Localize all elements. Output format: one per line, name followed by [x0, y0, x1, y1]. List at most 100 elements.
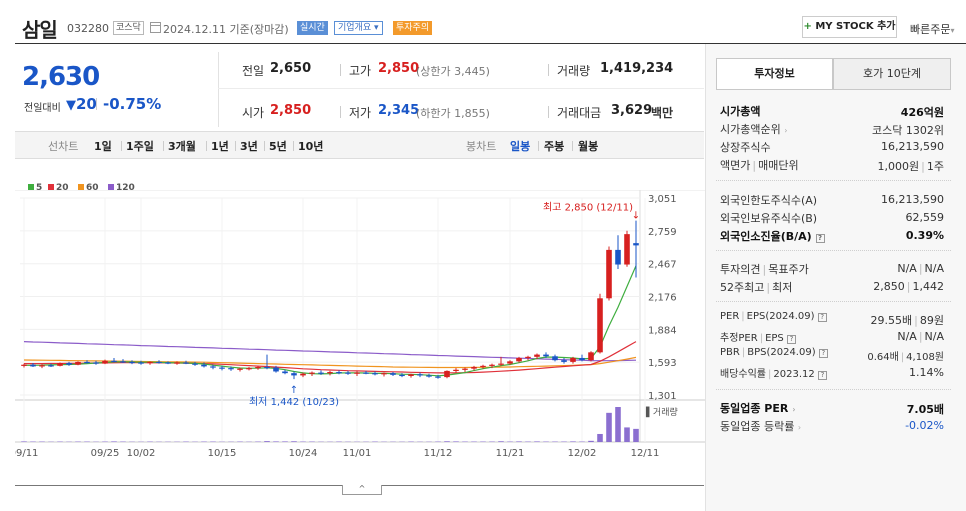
info-icon[interactable]: ?: [817, 371, 827, 380]
stock-chart[interactable]: 3,051 2,759 2,467 2,176 1,884 1,593 1,301 09/11…: [15, 190, 705, 470]
candle-body: [363, 372, 369, 374]
candle-chart-label: 봉차트: [466, 140, 497, 153]
candle-body: [120, 361, 126, 363]
divider: [206, 141, 207, 151]
y-tick-label: 1,301: [648, 391, 677, 402]
tab-daily[interactable]: 일봉: [510, 138, 530, 154]
per-label-text: PER: [720, 311, 740, 322]
candle-body: [309, 372, 315, 374]
cap-rank-link[interactable]: 시가총액순위 ›: [720, 121, 787, 137]
opinion-label-text: 투자의견: [720, 263, 761, 276]
tab-3year[interactable]: 3년: [240, 138, 258, 154]
company-overview-dropdown[interactable]: 기업개요 ▾: [334, 21, 383, 35]
stock-name: 삼일: [22, 18, 58, 42]
add-mystock-label: MY STOCK 추가: [815, 21, 896, 32]
divider: [716, 301, 951, 302]
add-mystock-button[interactable]: + MY STOCK 추가: [802, 16, 897, 38]
candle-body: [633, 243, 639, 246]
candle-body: [84, 361, 90, 364]
cap-rank-value: 코스닥 1302위: [872, 124, 944, 137]
candle-body: [570, 357, 576, 362]
candle-body: [282, 371, 288, 374]
info-icon[interactable]: ?: [815, 234, 825, 243]
divider: [121, 141, 122, 151]
low-value: 2,345: [378, 103, 420, 118]
eps-label: EPS(2024.09): [746, 311, 815, 322]
x-tick-label: 09/25: [91, 448, 120, 459]
volume-bar: [615, 407, 621, 442]
candle-body: [327, 372, 333, 374]
candle-body: [300, 373, 306, 376]
foreign-ratio-label-text: 외국인소진율(B/A): [720, 230, 812, 243]
pbr-label: PBR | BPS(2024.09) ?: [720, 347, 828, 358]
est-per-value-text: N/A: [897, 330, 917, 343]
volume-bar: [453, 441, 459, 442]
sector-per-link[interactable]: 동일업종 PER ›: [720, 400, 796, 416]
candle-body: [480, 365, 486, 368]
candle-body: [381, 373, 387, 375]
candle-body: [543, 354, 549, 357]
quick-order-label: 빠른주문: [910, 23, 951, 36]
par-value-text: 1,000원: [877, 160, 920, 173]
x-tick-label: 12/11: [631, 448, 660, 459]
sector-rate-link[interactable]: 동일업종 등락률 ›: [720, 418, 801, 434]
collapse-button[interactable]: ^: [342, 485, 382, 495]
x-tick-label: 12/02: [568, 448, 597, 459]
candle-body: [399, 374, 405, 377]
prev-close-value: 2,650: [270, 61, 312, 76]
volume-bar: [273, 441, 279, 442]
volume-bar: [633, 428, 639, 442]
info-icon[interactable]: ?: [786, 335, 796, 344]
w52-high-label: 52주최고: [720, 281, 765, 294]
candle-body: [336, 372, 342, 374]
candle-body: [219, 367, 225, 369]
x-tick-label: 09/11: [15, 448, 38, 459]
volume-bar: [606, 412, 612, 442]
opinion-label: 투자의견 | 목표주가: [720, 263, 809, 276]
candle-body: [345, 372, 351, 374]
realtime-button[interactable]: 실시간: [297, 21, 328, 35]
cap-rank-label: 시가총액순위: [720, 123, 781, 136]
tab-orderbook[interactable]: 호가 10단계: [833, 58, 951, 90]
tab-investment-info[interactable]: 투자정보: [716, 58, 833, 90]
volume-bar: [597, 433, 603, 442]
market-badge: 코스닥: [113, 21, 144, 35]
dividend-value: 1.14%: [909, 366, 944, 379]
divider: [264, 141, 265, 151]
candle-body: [444, 370, 450, 378]
candle-body: [606, 249, 612, 299]
x-tick-label: 10/15: [208, 448, 237, 459]
tab-1year[interactable]: 1년: [211, 138, 229, 154]
candle-body: [30, 364, 36, 367]
divider: [340, 106, 341, 118]
candle-body: [417, 374, 423, 376]
candle-body: [426, 375, 432, 377]
tab-monthly[interactable]: 월봉: [578, 138, 598, 154]
company-overview-label: 기업개요: [338, 23, 372, 33]
quick-order-button[interactable]: 빠른주문▾: [910, 21, 955, 37]
info-icon[interactable]: ?: [817, 313, 827, 322]
x-tick-label: 11/21: [496, 448, 525, 459]
tab-10year[interactable]: 10년: [298, 138, 323, 154]
dividend-year: 2023.12: [773, 369, 815, 380]
tab-3month[interactable]: 3개월: [168, 138, 196, 154]
tab-1week[interactable]: 1주일: [126, 138, 154, 154]
candle-body: [237, 368, 243, 370]
per-value: 29.55배 | 89원: [870, 314, 944, 327]
divider: [538, 141, 539, 151]
info-icon[interactable]: ?: [818, 349, 828, 358]
tab-1day[interactable]: 1일: [94, 138, 112, 154]
candle-body: [57, 363, 63, 366]
volume-bar: [516, 441, 522, 442]
par-value: 1,000원 | 1주: [877, 160, 944, 173]
divider: [548, 64, 549, 76]
chevron-down-icon: ▾: [374, 23, 379, 33]
tab-5year[interactable]: 5년: [269, 138, 287, 154]
candle-body: [597, 298, 603, 353]
down-triangle-icon: ▼: [66, 98, 76, 113]
tab-weekly[interactable]: 주봉: [544, 138, 564, 154]
volume-bar: [111, 441, 117, 442]
divider: [548, 106, 549, 118]
compare-label: 전일대비: [24, 103, 61, 114]
y-tick-label: 1,884: [648, 325, 677, 336]
